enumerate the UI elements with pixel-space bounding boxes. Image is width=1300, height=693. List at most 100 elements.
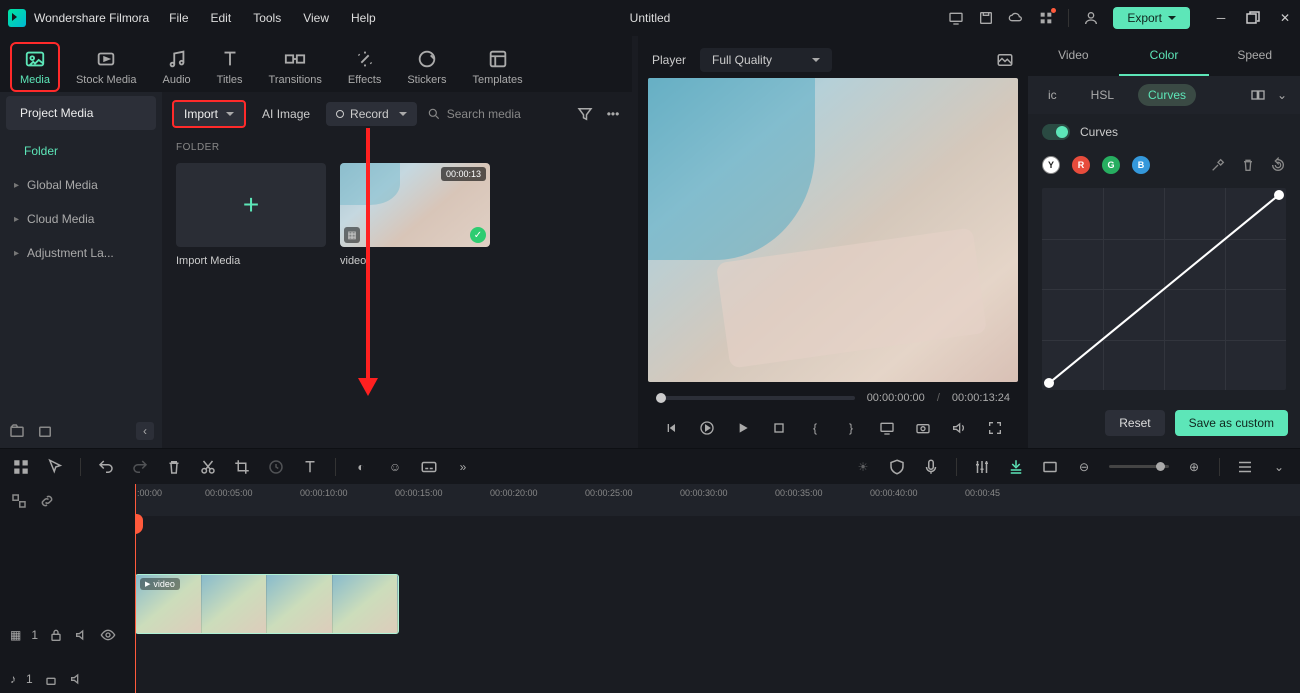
subtab-curves[interactable]: Curves: [1138, 84, 1196, 106]
display-icon[interactable]: [879, 420, 895, 436]
link-tracks-icon[interactable]: [10, 492, 28, 510]
shield-icon[interactable]: [888, 458, 906, 476]
cut-icon[interactable]: [199, 458, 217, 476]
channel-y[interactable]: Y: [1042, 156, 1060, 174]
timeline-body[interactable]: :00:00 00:00:05:00 00:00:10:00 00:00:15:…: [135, 484, 1300, 693]
import-button[interactable]: Import: [172, 100, 246, 128]
brightness-icon[interactable]: ☀: [854, 458, 872, 476]
snapshot-icon[interactable]: [996, 51, 1014, 69]
account-icon[interactable]: [1083, 10, 1099, 26]
new-bin-icon[interactable]: [36, 422, 54, 440]
reset-button[interactable]: Reset: [1105, 410, 1164, 436]
new-folder-icon[interactable]: [8, 422, 26, 440]
subtitle-icon[interactable]: [420, 458, 438, 476]
cloud-icon[interactable]: [1008, 10, 1024, 26]
ai-image-button[interactable]: AI Image: [256, 103, 316, 125]
tab-transitions[interactable]: Transitions: [259, 42, 332, 92]
panel-tab-speed[interactable]: Speed: [1209, 36, 1300, 76]
zoom-slider[interactable]: [1109, 465, 1169, 468]
audio-mute-icon[interactable]: [69, 671, 85, 687]
menu-file[interactable]: File: [169, 11, 188, 25]
playhead[interactable]: [135, 484, 136, 693]
compare-icon[interactable]: [1250, 87, 1266, 103]
more-icon[interactable]: •••: [604, 105, 622, 123]
camera-icon[interactable]: [915, 420, 931, 436]
sidebar-cloud-media[interactable]: Cloud Media: [0, 202, 162, 236]
tab-templates[interactable]: Templates: [462, 42, 532, 92]
markers-icon[interactable]: [1007, 458, 1025, 476]
volume-icon[interactable]: [951, 420, 967, 436]
track-lock-icon[interactable]: [48, 627, 64, 643]
chevron-down-icon[interactable]: ⌄: [1274, 87, 1290, 103]
record-button[interactable]: Record: [326, 102, 417, 126]
timeline-ruler[interactable]: :00:00 00:00:05:00 00:00:10:00 00:00:15:…: [135, 484, 1300, 516]
reset-curve-icon[interactable]: [1270, 157, 1286, 173]
play-button[interactable]: [735, 420, 751, 436]
sidebar-folder[interactable]: Folder: [0, 134, 162, 168]
options-chevron-icon[interactable]: ⌄: [1270, 458, 1288, 476]
mixer-icon[interactable]: [973, 458, 991, 476]
crop-icon[interactable]: [233, 458, 251, 476]
menu-view[interactable]: View: [303, 11, 329, 25]
preview-video[interactable]: [648, 78, 1018, 382]
text-icon[interactable]: [301, 458, 319, 476]
device-icon[interactable]: [948, 10, 964, 26]
quality-selector[interactable]: Full Quality: [700, 48, 832, 72]
chain-icon[interactable]: [38, 492, 56, 510]
progress-bar[interactable]: [656, 396, 855, 400]
save-icon[interactable]: [978, 10, 994, 26]
curve-point-low[interactable]: [1044, 378, 1054, 388]
tab-titles[interactable]: Titles: [207, 42, 253, 92]
prev-frame-button[interactable]: [663, 420, 679, 436]
play-preview-button[interactable]: [699, 420, 715, 436]
save-custom-button[interactable]: Save as custom: [1175, 410, 1288, 436]
tab-media[interactable]: Media: [10, 42, 60, 92]
minimize-button[interactable]: ─: [1214, 11, 1228, 25]
channel-b[interactable]: B: [1132, 156, 1150, 174]
sidebar-adjustment[interactable]: Adjustment La...: [0, 236, 162, 270]
export-button[interactable]: Export: [1113, 7, 1190, 29]
close-button[interactable]: ✕: [1278, 11, 1292, 25]
subtab-hsl[interactable]: HSL: [1081, 84, 1124, 106]
eyedropper-icon[interactable]: [1210, 157, 1226, 173]
curves-toggle[interactable]: [1042, 124, 1070, 140]
speed-icon[interactable]: [267, 458, 285, 476]
audio-lock-icon[interactable]: [43, 671, 59, 687]
maximize-button[interactable]: [1246, 11, 1260, 25]
zoom-in-icon[interactable]: ⊕: [1185, 458, 1203, 476]
timeline-clip[interactable]: video: [135, 574, 399, 634]
panel-tab-color[interactable]: Color: [1119, 36, 1210, 76]
track-mute-icon[interactable]: [74, 627, 90, 643]
menu-tools[interactable]: Tools: [253, 11, 281, 25]
track-visibility-icon[interactable]: [100, 627, 116, 643]
menu-help[interactable]: Help: [351, 11, 376, 25]
redo-icon[interactable]: [131, 458, 149, 476]
channel-r[interactable]: R: [1072, 156, 1090, 174]
sidebar-global-media[interactable]: Global Media: [0, 168, 162, 202]
channel-g[interactable]: G: [1102, 156, 1120, 174]
filter-icon[interactable]: [576, 105, 594, 123]
grid-view-icon[interactable]: [12, 458, 30, 476]
subtab-ic[interactable]: ic: [1038, 84, 1067, 106]
mark-in-button[interactable]: {: [807, 420, 823, 436]
panel-tab-video[interactable]: Video: [1028, 36, 1119, 76]
video-clip-card[interactable]: 00:00:13 ▦ ✓ video: [340, 163, 490, 267]
tab-audio[interactable]: Audio: [153, 42, 201, 92]
undo-icon[interactable]: [97, 458, 115, 476]
trash-icon[interactable]: [165, 458, 183, 476]
zoom-out-icon[interactable]: ⊖: [1075, 458, 1093, 476]
progress-thumb[interactable]: [656, 393, 666, 403]
list-icon[interactable]: [1236, 458, 1254, 476]
tab-stickers[interactable]: Stickers: [397, 42, 456, 92]
mark-out-button[interactable]: }: [843, 420, 859, 436]
fullscreen-icon[interactable]: [987, 420, 1003, 436]
collapse-sidebar-icon[interactable]: ‹: [136, 422, 154, 440]
apps-icon[interactable]: [1038, 10, 1054, 26]
cursor-icon[interactable]: [46, 458, 64, 476]
stop-button[interactable]: [771, 420, 787, 436]
menu-edit[interactable]: Edit: [211, 11, 232, 25]
face-icon[interactable]: ☺: [386, 458, 404, 476]
curves-editor[interactable]: [1042, 188, 1286, 390]
tab-stock-media[interactable]: Stock Media: [66, 42, 147, 92]
color-icon[interactable]: ◐: [352, 458, 370, 476]
